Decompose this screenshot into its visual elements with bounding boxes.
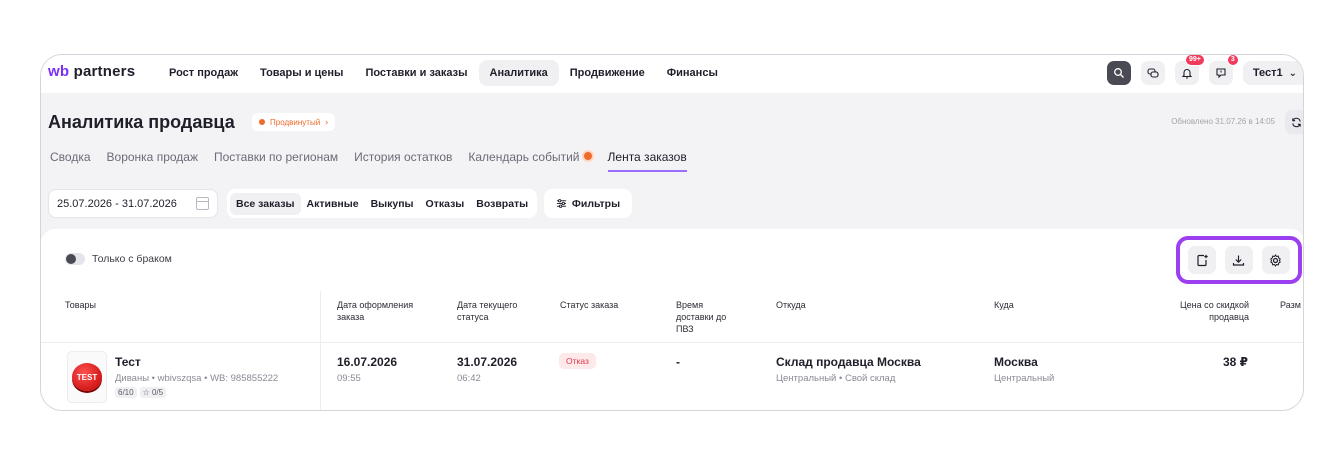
messages-button[interactable]: 3 xyxy=(1208,55,1239,85)
plan-badge[interactable]: Продвинутый › xyxy=(252,113,336,131)
order-date: 16.07.2026 xyxy=(337,355,398,369)
column-header-size[interactable]: Разм xyxy=(1280,299,1301,311)
date-range-value: 25.07.2026 - 31.07.2026 xyxy=(57,197,177,210)
delivery-time: - xyxy=(676,355,680,369)
segment-all-orders[interactable]: Все заказы xyxy=(230,192,301,215)
nav-promotion[interactable]: Продвижение xyxy=(559,60,656,86)
column-header-status-date[interactable]: Дата текущего статуса xyxy=(457,299,537,323)
search-icon xyxy=(1113,68,1124,78)
toggle-switch[interactable] xyxy=(65,253,85,265)
column-header-delivery-time[interactable]: Время доставки до ПВЗ xyxy=(676,299,740,335)
defect-only-label: Только с браком xyxy=(92,253,172,265)
price-value: 38 ₽ xyxy=(1222,355,1248,369)
status-date: 31.07.2026 xyxy=(457,355,518,369)
add-document-icon xyxy=(1197,254,1208,266)
tab-regional-supplies[interactable]: Поставки по регионам xyxy=(214,150,338,172)
tab-stock-history[interactable]: История остатков xyxy=(354,150,452,172)
header-divider xyxy=(41,342,1303,343)
search-button[interactable] xyxy=(1106,61,1131,85)
gear-icon xyxy=(1270,253,1281,267)
segment-buyouts[interactable]: Выкупы xyxy=(365,193,420,215)
user-menu[interactable]: Тест1 ⌄ xyxy=(1242,61,1303,85)
order-time: 09:55 xyxy=(337,373,361,384)
date-range-picker[interactable]: 25.07.2026 - 31.07.2026 xyxy=(48,189,218,218)
product-stats: 6/10 ☆ 0/5 xyxy=(115,387,169,398)
tab-summary[interactable]: Сводка xyxy=(50,150,91,172)
chevron-down-icon: ⌄ xyxy=(1288,67,1297,79)
updated-timestamp: Обновлено 31.07.26 в 14:05 xyxy=(1171,117,1275,126)
message-icon xyxy=(1216,68,1226,79)
table-actions-highlight xyxy=(1176,236,1302,284)
sliders-icon xyxy=(556,199,567,208)
chat-button[interactable] xyxy=(1140,61,1165,85)
app-window: wb partners Рост продаж Товары и цены По… xyxy=(40,54,1304,411)
refresh-icon xyxy=(1291,117,1301,127)
column-header-order-date[interactable]: Дата оформления заказа xyxy=(337,299,431,323)
page-title: Аналитика продавца xyxy=(48,112,235,132)
rating-chip: ☆ 0/5 xyxy=(139,387,167,398)
messages-badge: 3 xyxy=(1226,55,1239,66)
defect-only-toggle[interactable]: Только с браком xyxy=(65,253,172,265)
to-region: Центральный xyxy=(994,373,1055,384)
column-header-from[interactable]: Откуда xyxy=(776,299,806,311)
new-indicator-icon xyxy=(583,152,592,160)
header-actions: 99+ 3 Тест1 ⌄ xyxy=(1097,55,1303,85)
column-header-to[interactable]: Куда xyxy=(994,299,1014,311)
analytics-tabs: Сводка Воронка продаж Поставки по регион… xyxy=(50,150,703,172)
download-icon xyxy=(1233,255,1245,266)
column-header-status[interactable]: Статус заказа xyxy=(560,299,618,311)
main-menu: Рост продаж Товары и цены Поставки и зак… xyxy=(158,60,729,86)
chevron-right-icon: › xyxy=(325,117,329,127)
product-name[interactable]: Тест xyxy=(115,355,141,369)
segment-refusals[interactable]: Отказы xyxy=(420,193,471,215)
product-meta: Диваны • wbivszqsa • WB: 985855222 xyxy=(115,373,279,384)
segment-active[interactable]: Активные xyxy=(301,193,365,215)
tab-sales-funnel[interactable]: Воронка продаж xyxy=(107,150,198,172)
plan-dot-icon xyxy=(259,119,265,125)
chat-icon xyxy=(1147,68,1159,78)
product-thumbnail[interactable]: TEST xyxy=(67,351,107,403)
top-navigation: wb partners Рост продаж Товары и цены По… xyxy=(41,55,1303,93)
notifications-button[interactable]: 99+ xyxy=(1174,55,1205,85)
nav-sales-growth[interactable]: Рост продаж xyxy=(158,60,249,86)
filters-button[interactable]: Фильтры xyxy=(544,189,632,218)
table-settings-button[interactable] xyxy=(1261,246,1290,274)
add-report-button[interactable] xyxy=(1188,246,1217,274)
tab-orders-feed[interactable]: Лента заказов xyxy=(607,150,687,172)
nav-goods-prices[interactable]: Товары и цены xyxy=(249,60,354,86)
from-region: Центральный • Свой склад xyxy=(776,373,896,384)
nav-analytics[interactable]: Аналитика xyxy=(478,60,559,86)
orders-table-card: Только с браком Товары Дата оформления з… xyxy=(41,229,1303,410)
column-header-goods[interactable]: Товары xyxy=(65,299,96,311)
order-type-segments: Все заказы Активные Выкупы Отказы Возвра… xyxy=(227,189,538,218)
nav-supplies-orders[interactable]: Поставки и заказы xyxy=(354,60,478,86)
user-name: Тест1 xyxy=(1252,67,1283,79)
wb-partners-logo[interactable]: wb partners xyxy=(48,63,135,80)
status-badge: Отказ xyxy=(559,353,596,369)
column-divider xyxy=(320,291,321,410)
to-city: Москва xyxy=(994,355,1038,369)
calendar-icon xyxy=(196,197,209,210)
column-header-price[interactable]: Цена со скидкой продавца xyxy=(1163,299,1249,323)
status-time: 06:42 xyxy=(457,373,481,384)
download-button[interactable] xyxy=(1224,246,1253,274)
tab-events-calendar[interactable]: Календарь событий xyxy=(468,150,592,172)
stock-chip: 6/10 xyxy=(115,387,137,398)
test-button-image: TEST xyxy=(72,363,102,391)
bell-icon xyxy=(1181,69,1193,79)
nav-finance[interactable]: Финансы xyxy=(656,60,729,86)
refresh-button[interactable] xyxy=(1285,110,1303,134)
from-warehouse: Склад продавца Москва xyxy=(776,355,921,369)
segment-returns[interactable]: Возвраты xyxy=(470,193,534,215)
notifications-badge: 99+ xyxy=(1184,55,1205,66)
